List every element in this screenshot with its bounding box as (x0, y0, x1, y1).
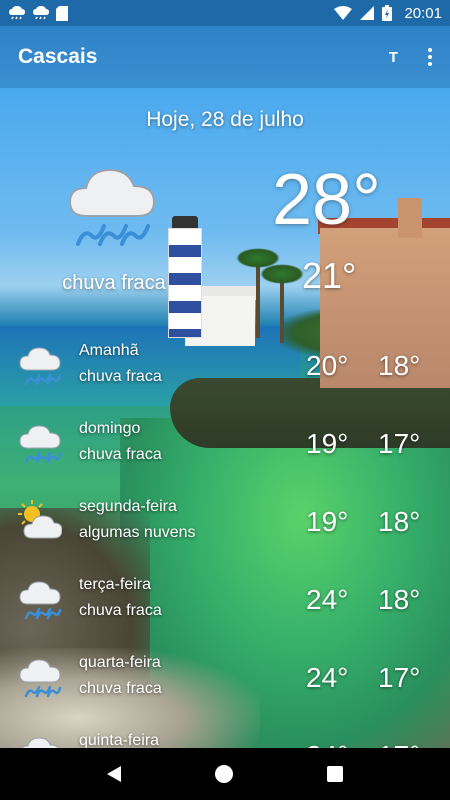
today-date: Hoje, 28 de julho (146, 108, 304, 131)
app-bar: Cascais T (0, 26, 450, 88)
forecast-high-temp: 19° (306, 428, 349, 459)
cloud-rain-icon (19, 347, 62, 386)
sun-cloud-icon (18, 500, 62, 539)
forecast-condition: chuva fraca (79, 368, 162, 385)
palm-leaves (260, 264, 304, 284)
forecast-low-temp: 17° (378, 428, 421, 459)
forecast-low-temp: 17° (378, 662, 421, 693)
forecast-high-temp: 19° (306, 506, 349, 537)
battery-charging-icon (382, 5, 393, 21)
temperature-unit-button[interactable]: T (389, 49, 398, 66)
church-tower (398, 198, 422, 238)
forecast-high-temp: 24° (306, 584, 349, 615)
status-time: 20:01 (404, 4, 442, 22)
signal-icon (360, 6, 375, 20)
cloud-rain-icon (9, 6, 25, 20)
today-condition: chuva fraca (62, 272, 166, 294)
wifi-icon (334, 6, 353, 20)
city-title[interactable]: Cascais (18, 45, 97, 69)
forecast-day: segunda-feira (79, 498, 177, 515)
forecast-high-temp: 24° (306, 662, 349, 693)
forecast-row[interactable]: terça-feira chuva fraca 24° 18° (0, 564, 450, 642)
forecast-condition: chuva fraca (79, 602, 162, 619)
forecast-row[interactable]: segunda-feira algumas nuvens 19° 18° (0, 486, 450, 564)
recent-apps-icon[interactable] (327, 766, 343, 782)
cloud-rain-icon (19, 659, 62, 698)
notification-icons (8, 5, 68, 21)
cloud-rain-icon (19, 581, 62, 620)
forecast-list[interactable]: Amanhã chuva fraca 20° 18° domingo chuva… (0, 330, 450, 798)
forecast-low-temp: 18° (378, 350, 421, 381)
home-icon[interactable] (215, 765, 233, 783)
back-icon[interactable] (107, 766, 121, 782)
status-bar: 20:01 (0, 0, 450, 26)
forecast-row[interactable]: quarta-feira chuva fraca 24° 17° (0, 642, 450, 720)
forecast-high-temp: 20° (306, 350, 349, 381)
today-low-temp: 21° (302, 255, 357, 296)
cloud-rain-icon (68, 168, 156, 246)
forecast-condition: chuva fraca (79, 446, 162, 463)
forecast-day: terça-feira (79, 576, 152, 593)
forecast-day: quarta-feira (79, 654, 161, 671)
forecast-day: domingo (79, 420, 141, 437)
forecast-condition: algumas nuvens (79, 524, 196, 541)
forecast-row[interactable]: domingo chuva fraca 19° 17° (0, 408, 450, 486)
system-icons: 20:01 (334, 5, 442, 22)
forecast-low-temp: 18° (378, 584, 421, 615)
cloud-rain-icon (33, 6, 49, 20)
cloud-rain-icon (19, 425, 62, 464)
sd-card-icon (56, 5, 68, 21)
forecast-day: Amanhã (79, 342, 139, 359)
today-high-temp: 28° (272, 160, 381, 240)
forecast-row[interactable]: Amanhã chuva fraca 20° 18° (0, 330, 450, 408)
forecast-low-temp: 18° (378, 506, 421, 537)
forecast-condition: chuva fraca (79, 680, 162, 697)
app-bar-actions: T (389, 48, 432, 66)
more-vert-icon[interactable] (428, 48, 432, 66)
navigation-bar (0, 748, 450, 800)
